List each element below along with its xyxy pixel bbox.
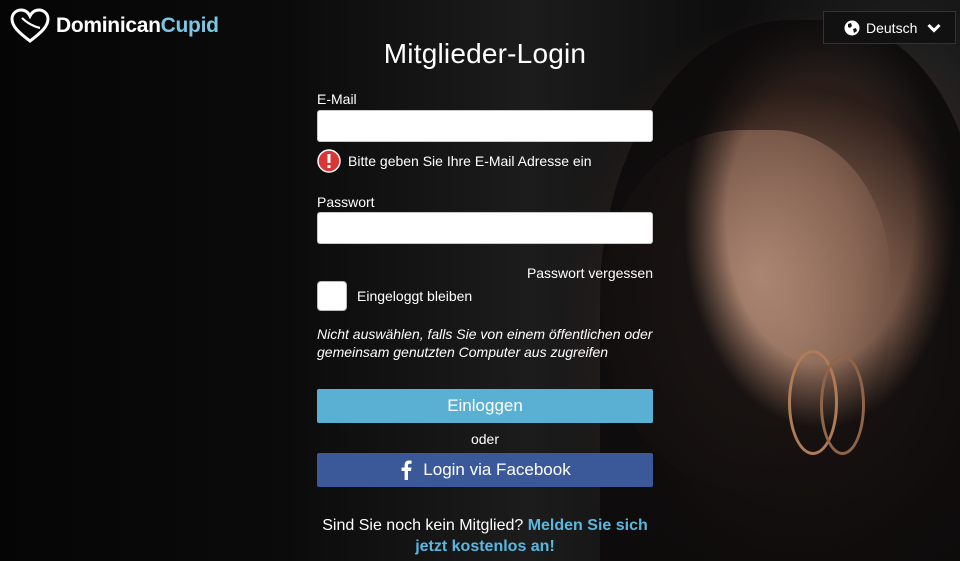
page-title: Mitglieder-Login bbox=[383, 38, 587, 69]
forgot-password-link[interactable]: Passwort vergessen bbox=[527, 265, 653, 281]
brand-name: DominicanCupid bbox=[56, 14, 219, 37]
facebook-login-button[interactable]: Login via Facebook bbox=[317, 453, 653, 487]
brand-logo[interactable]: DominicanCupid bbox=[10, 8, 219, 44]
language-selector[interactable]: Deutsch bbox=[823, 11, 956, 44]
email-error-text: Bitte geben Sie Ihre E-Mail Adresse ein bbox=[348, 153, 592, 169]
email-label: E-Mail bbox=[317, 91, 357, 107]
facebook-login-label: Login via Facebook bbox=[423, 460, 571, 479]
remember-me[interactable]: Eingeloggt bleiben bbox=[317, 281, 472, 311]
language-label: Deutsch bbox=[866, 19, 918, 36]
facebook-icon bbox=[401, 460, 412, 480]
chevron-down-icon bbox=[927, 23, 941, 33]
email-error: Bitte geben Sie Ihre E-Mail Adresse ein bbox=[317, 149, 592, 173]
remember-label: Eingeloggt bleiben bbox=[357, 288, 473, 304]
login-button[interactable]: Einloggen bbox=[317, 389, 653, 423]
earring-right bbox=[820, 355, 865, 455]
signup-prompt: Sind Sie noch kein Mitglied? Melden Sie … bbox=[317, 515, 653, 557]
or-divider: oder bbox=[470, 431, 500, 447]
password-label: Passwort bbox=[317, 194, 375, 210]
remember-checkbox[interactable] bbox=[317, 281, 347, 311]
error-icon bbox=[317, 149, 341, 173]
heart-logo-icon bbox=[10, 8, 50, 43]
signup-text: Sind Sie noch kein Mitglied? bbox=[322, 517, 528, 534]
email-field[interactable] bbox=[317, 110, 653, 142]
globe-icon bbox=[844, 20, 860, 35]
password-field[interactable] bbox=[317, 212, 653, 244]
remember-note: Nicht auswählen, falls Sie von einem öff… bbox=[317, 326, 653, 360]
